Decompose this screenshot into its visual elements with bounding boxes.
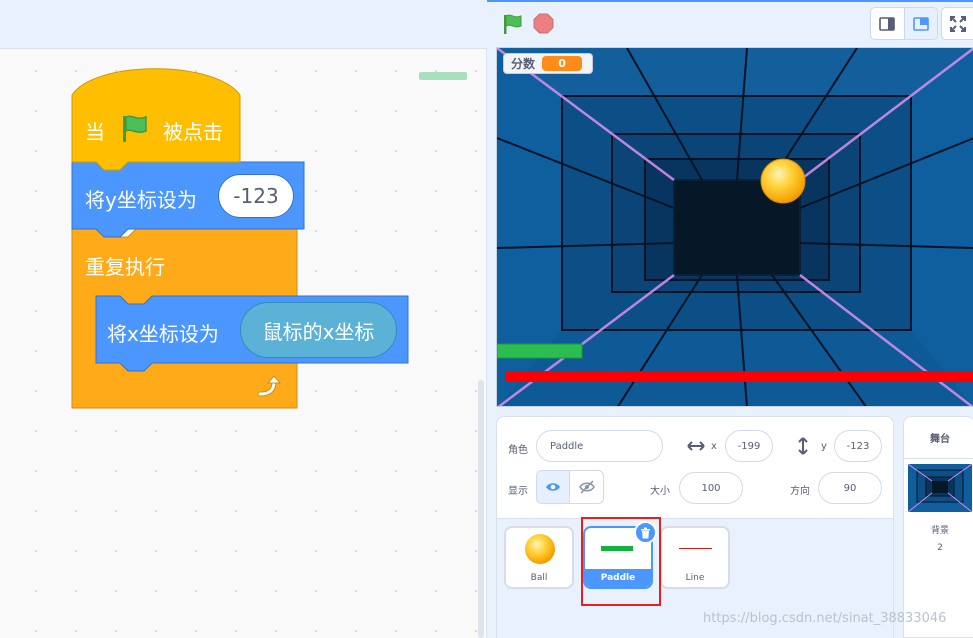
- hide-sprite-button[interactable]: [570, 471, 603, 503]
- show-sprite-button[interactable]: [537, 471, 571, 503]
- small-stage-button[interactable]: [871, 8, 904, 39]
- set-y-value-input[interactable]: -123: [218, 174, 294, 218]
- x-arrows-icon: [687, 441, 705, 451]
- sprite-name: Line: [685, 573, 705, 583]
- stage-size-toggle: [870, 7, 938, 40]
- backdrops-count: 2: [937, 543, 943, 553]
- show-label: 显示: [508, 486, 528, 497]
- paddle-sprite: [497, 343, 583, 359]
- stop-icon[interactable]: [533, 13, 554, 34]
- eye-slash-icon: [578, 480, 595, 494]
- x-label: x: [711, 441, 717, 452]
- score-value: 0: [542, 56, 583, 71]
- large-stage-icon: [913, 16, 929, 31]
- y-position-input[interactable]: -123: [834, 430, 882, 462]
- ball-thumbnail: [525, 534, 555, 564]
- fullscreen-icon: [950, 15, 966, 32]
- set-y-block-label: 将y坐标设为: [85, 188, 197, 212]
- sprite-name-input[interactable]: Paddle: [536, 430, 663, 462]
- stage-canvas[interactable]: [496, 47, 973, 407]
- sprite-tile-ball[interactable]: Ball: [504, 526, 574, 589]
- green-flag-button[interactable]: [501, 13, 523, 35]
- sprite-name: Ball: [530, 573, 548, 583]
- backdrops-label: 背景: [930, 526, 949, 536]
- size-label: 大小: [650, 486, 670, 497]
- green-flag-icon: [123, 115, 147, 142]
- mouse-x-reporter[interactable]: 鼠标的x坐标: [240, 302, 397, 358]
- score-variable-monitor[interactable]: 分数 0: [503, 53, 593, 74]
- hat-block-suffix: 被点击: [163, 120, 223, 144]
- loop-arrow-icon: [257, 375, 282, 397]
- eye-icon: [546, 483, 560, 491]
- sprite-tile-line[interactable]: Line: [660, 526, 730, 589]
- score-label: 分数: [511, 57, 536, 71]
- direction-input[interactable]: 90: [818, 472, 882, 504]
- set-x-block-label: 将x坐标设为: [107, 322, 219, 346]
- backdrop-thumbnail: [908, 464, 972, 512]
- tunnel-backdrop: [497, 48, 973, 406]
- y-arrows-icon: [798, 437, 808, 455]
- y-label: y: [821, 441, 827, 452]
- sprite-name-label: 角色: [508, 445, 528, 456]
- hat-block-prefix: 当: [85, 120, 105, 144]
- small-stage-icon: [879, 16, 896, 31]
- x-position-input[interactable]: -199: [725, 430, 773, 462]
- line-thumbnail: [679, 548, 712, 549]
- line-sprite: [505, 371, 973, 382]
- selection-highlight-box: [581, 517, 661, 606]
- stage-selector-panel[interactable]: 舞台 背景 2: [903, 416, 973, 638]
- watermark-text: https://blog.csdn.net/sinat_38833046: [703, 611, 947, 626]
- forever-block-label: 重复执行: [85, 255, 165, 279]
- fullscreen-button[interactable]: [941, 7, 973, 40]
- visibility-toggle: [536, 470, 604, 504]
- ball-sprite: [760, 158, 806, 204]
- stage-panel-title: 舞台: [904, 417, 973, 459]
- size-input[interactable]: 100: [679, 472, 743, 504]
- large-stage-button[interactable]: [903, 8, 937, 39]
- direction-label: 方向: [790, 486, 810, 497]
